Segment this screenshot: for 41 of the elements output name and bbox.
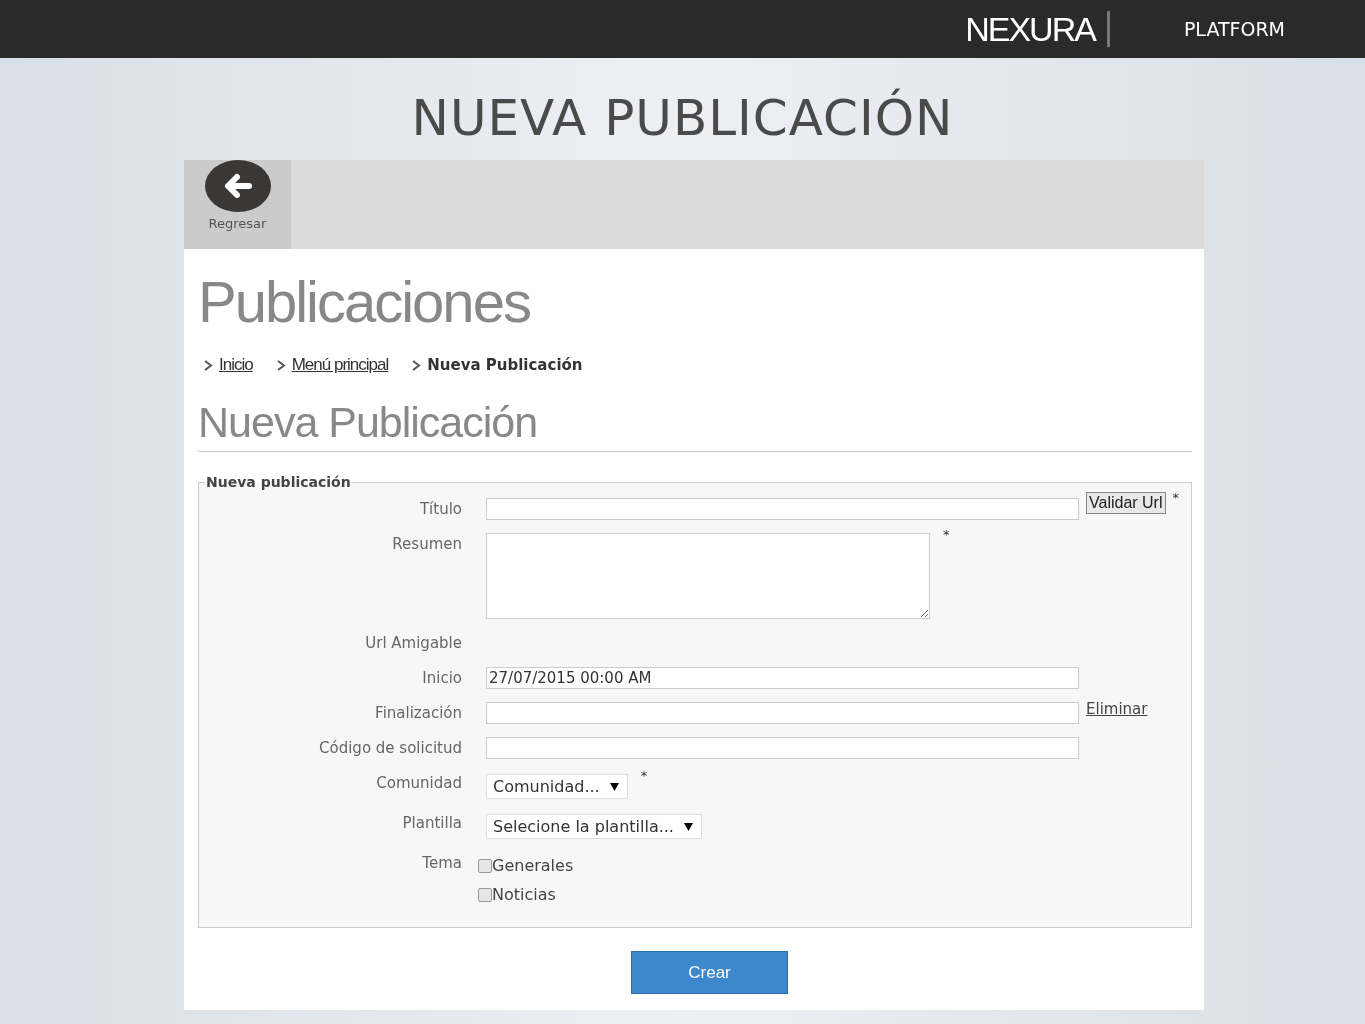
section-heading: Nueva Publicación [198,397,1192,452]
required-mark: * [943,527,950,542]
text-input[interactable] [486,498,1079,520]
chevron-icon [276,359,286,371]
breadcrumb-link[interactable]: Menú principal [291,355,389,375]
checkbox-option[interactable]: Noticias [478,885,1191,904]
text-input[interactable]: 27/07/2015 00:00 AM [486,667,1079,689]
field-label: Resumen [391,534,462,555]
slide-title: NUEVA PUBLICACIÓN [410,88,955,148]
chevron-icon [412,359,422,371]
page-heading: Publicaciones [198,271,531,333]
field-label: Comunidad [375,773,462,794]
required-mark: * [640,768,648,783]
required-mark: * [1172,490,1179,505]
field-label: Plantilla [401,813,462,834]
caret-icon [609,782,619,791]
field-label: Título [418,499,462,520]
logo: NEXURA [965,11,1110,47]
dropdown[interactable]: Selecione la plantilla... [486,814,702,839]
caret-icon [683,822,693,831]
chevron-icon [204,359,213,371]
form-legend: Nueva publicación [205,474,352,490]
dropdown[interactable]: Comunidad... [486,774,628,799]
delete-link[interactable]: Eliminar [1086,700,1148,718]
create-button[interactable]: Crear [631,951,788,994]
back-button[interactable]: Regresar [184,160,291,249]
breadcrumb-link[interactable]: Inicio [219,355,253,375]
field-label: Tema [421,853,462,874]
breadcrumb-current: Nueva Publicación [427,356,583,374]
checkbox-option[interactable]: Generales [478,856,1191,875]
checkbox[interactable] [478,887,492,902]
text-input[interactable] [486,737,1079,759]
text-input[interactable] [486,702,1079,724]
field-label: Inicio [421,668,462,689]
field-label: Finalización [374,703,462,724]
field-label: Código de solicitud [318,738,462,759]
checkbox[interactable] [478,858,492,873]
product-name: PLATFORM [1183,18,1285,40]
field-label: Url Amigable [364,633,462,654]
validate-url-button[interactable]: Validar Url [1086,492,1166,514]
summary-textarea[interactable] [486,533,930,619]
